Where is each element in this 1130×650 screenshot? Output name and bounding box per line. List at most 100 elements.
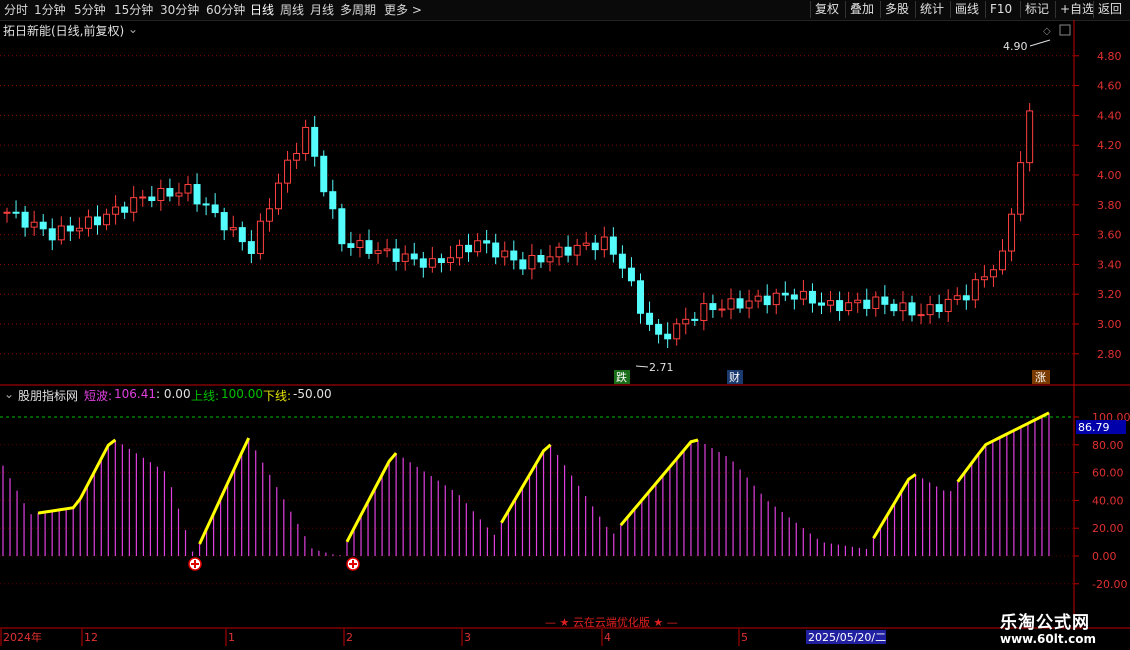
candle-body[interactable] — [971, 279, 979, 301]
candle-body[interactable] — [546, 256, 554, 263]
candle-body[interactable] — [863, 299, 871, 309]
candle-body[interactable] — [21, 211, 29, 228]
candle-body[interactable] — [265, 208, 273, 222]
candle-body[interactable] — [275, 182, 282, 210]
candle-body[interactable] — [121, 206, 129, 213]
candle-body[interactable] — [1017, 162, 1025, 215]
panel-toggle-icon[interactable] — [1059, 24, 1071, 36]
candle-body[interactable] — [926, 304, 934, 316]
date-label[interactable]: 2 — [346, 631, 353, 644]
candle-body[interactable] — [591, 242, 599, 251]
candle-body[interactable] — [637, 280, 644, 314]
candle-body[interactable] — [247, 241, 255, 254]
candle-body[interactable] — [827, 300, 835, 306]
candle-body[interactable] — [347, 243, 355, 248]
candle-body[interactable] — [94, 216, 101, 226]
candle-body[interactable] — [537, 255, 545, 263]
candle-body[interactable] — [383, 248, 391, 252]
candle-body[interactable] — [157, 187, 165, 202]
date-label[interactable]: 4 — [604, 631, 611, 644]
candle-body[interactable] — [989, 269, 997, 278]
marker-cai[interactable]: 财 — [729, 370, 740, 384]
candle-body[interactable] — [718, 308, 726, 311]
candle-body[interactable] — [709, 303, 717, 311]
candle-body[interactable] — [700, 303, 708, 321]
candle-body[interactable] — [790, 294, 798, 300]
candle-body[interactable] — [555, 246, 563, 258]
candle-body[interactable] — [899, 302, 907, 312]
candle-body[interactable] — [148, 196, 156, 202]
date-label[interactable]: 1 — [228, 631, 235, 644]
candle-body[interactable] — [573, 244, 581, 256]
candle-body[interactable] — [184, 184, 192, 194]
candle-body[interactable] — [655, 323, 663, 335]
candle-body[interactable] — [492, 242, 500, 258]
candle-body[interactable] — [437, 258, 445, 263]
date-label[interactable]: 2024年 — [3, 630, 42, 644]
candle-body[interactable] — [582, 242, 590, 246]
candle-body[interactable] — [293, 152, 301, 161]
candle-body[interactable] — [745, 300, 753, 309]
candle-body[interactable] — [419, 258, 427, 268]
candle-body[interactable] — [872, 296, 880, 309]
candle-body[interactable] — [57, 225, 65, 241]
candle-body[interactable] — [166, 187, 174, 197]
candle-body[interactable] — [75, 227, 83, 232]
candle-body[interactable] — [229, 227, 237, 231]
candle-body[interactable] — [962, 295, 970, 301]
plus-circle-icon[interactable] — [188, 557, 202, 571]
candle-body[interactable] — [39, 221, 47, 230]
candle-body[interactable] — [320, 155, 328, 193]
candle-body[interactable] — [66, 225, 74, 232]
candle-body[interactable] — [1026, 110, 1034, 164]
candle-body[interactable] — [908, 302, 916, 316]
candle-body[interactable] — [600, 236, 608, 251]
candle-body[interactable] — [646, 312, 654, 325]
candle-body[interactable] — [564, 246, 572, 256]
candle-body[interactable] — [727, 298, 735, 310]
candle-body[interactable] — [510, 250, 518, 261]
candle-body[interactable] — [818, 302, 825, 306]
candle-body[interactable] — [664, 333, 672, 340]
candle-body[interactable] — [890, 303, 898, 312]
candle-body[interactable] — [999, 250, 1006, 271]
plus-circle-icon[interactable] — [346, 557, 360, 571]
candle-body[interactable] — [456, 244, 463, 259]
candle-body[interactable] — [854, 299, 862, 304]
candle-body[interactable] — [763, 295, 771, 306]
indicator-bars[interactable] — [2, 412, 1050, 556]
candle-body[interactable] — [193, 184, 201, 205]
candle-body[interactable] — [881, 296, 889, 305]
candle-body[interactable] — [772, 292, 780, 306]
candle-body[interactable] — [139, 196, 147, 199]
candle-body[interactable] — [12, 211, 20, 214]
candle-body[interactable] — [48, 228, 56, 241]
candle-body[interactable] — [691, 318, 699, 321]
candle-body[interactable] — [609, 236, 617, 255]
candle-body[interactable] — [175, 192, 183, 197]
candle-body[interactable] — [238, 227, 246, 243]
candle-body[interactable] — [256, 220, 264, 254]
candle-body[interactable] — [365, 240, 373, 254]
candlesticks[interactable] — [3, 103, 1034, 349]
candle-body[interactable] — [754, 295, 762, 302]
candle-body[interactable] — [528, 255, 536, 270]
candle-body[interactable] — [944, 298, 952, 313]
candle-body[interactable] — [836, 300, 844, 312]
candle-body[interactable] — [501, 250, 509, 258]
candle-body[interactable] — [202, 203, 210, 206]
candle-body[interactable] — [284, 159, 292, 184]
diamond-icon[interactable]: ◇ — [1043, 26, 1051, 37]
candle-body[interactable] — [302, 126, 310, 154]
candle-body[interactable] — [980, 276, 988, 281]
candle-body[interactable] — [220, 212, 228, 231]
candle-body[interactable] — [329, 191, 337, 210]
candle-body[interactable] — [627, 267, 635, 282]
candle-body[interactable] — [392, 248, 400, 262]
candle-body[interactable] — [30, 221, 38, 228]
candle-body[interactable] — [428, 258, 436, 268]
date-axis[interactable]: 2024年 12 1 2 3 4 5 — [0, 629, 748, 646]
candle-body[interactable] — [103, 213, 111, 226]
selected-date[interactable]: 2025/05/20/二 — [808, 631, 886, 644]
candle-body[interactable] — [130, 197, 138, 213]
